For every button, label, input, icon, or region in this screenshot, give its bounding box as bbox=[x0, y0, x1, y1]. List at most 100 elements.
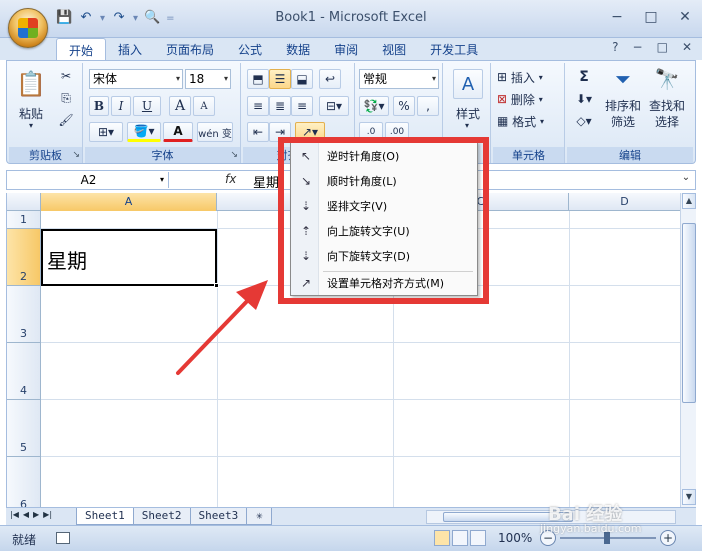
menu-item-rotate-up[interactable]: ⇡ 向上旋转文字(U) bbox=[291, 219, 477, 243]
vertical-scroll-thumb[interactable] bbox=[682, 223, 696, 403]
clipboard-launcher-icon[interactable]: ↘ bbox=[72, 150, 80, 160]
office-button[interactable] bbox=[8, 8, 48, 48]
column-header-d[interactable]: D bbox=[569, 193, 680, 211]
increase-decimal-icon[interactable]: .0 bbox=[359, 122, 383, 142]
insert-function-button[interactable]: fx bbox=[225, 172, 236, 186]
select-all-corner[interactable] bbox=[7, 193, 41, 211]
sort-filter-icon[interactable]: ⏷ bbox=[605, 65, 641, 93]
menu-item-vertical-text[interactable]: ⇣ 竖排文字(V) bbox=[291, 194, 477, 218]
format-cells-button[interactable]: ▦ 格式 ▾ bbox=[497, 111, 561, 131]
phonetic-guide-button[interactable]: wén 变 bbox=[197, 122, 233, 142]
menu-item-format-alignment[interactable]: ↗ 设置单元格对齐方式(M) bbox=[291, 271, 477, 295]
align-middle-icon[interactable]: ☰ bbox=[269, 69, 291, 89]
doc-restore-button[interactable]: □ bbox=[657, 40, 668, 54]
page-layout-view-icon[interactable] bbox=[452, 530, 468, 546]
minimize-button[interactable]: − bbox=[608, 8, 626, 26]
paste-button[interactable]: 粘贴 bbox=[13, 105, 49, 122]
clear-icon[interactable]: ◇▾ bbox=[571, 111, 597, 131]
tab-review[interactable]: 审阅 bbox=[322, 38, 370, 60]
page-break-view-icon[interactable] bbox=[470, 530, 486, 546]
formula-input[interactable]: 星期 bbox=[253, 172, 279, 191]
sheet-tab-sheet2[interactable]: Sheet2 bbox=[132, 508, 191, 525]
find-select-icon[interactable]: 🔭 bbox=[649, 65, 685, 93]
currency-icon[interactable]: 💱▾ bbox=[359, 96, 389, 116]
row-header-3[interactable]: 3 bbox=[7, 286, 41, 343]
styles-button[interactable]: 样式 bbox=[447, 105, 489, 122]
insert-cells-button[interactable]: ⊞ 插入 ▾ bbox=[497, 67, 561, 87]
font-size-combo[interactable]: 18 ▾ bbox=[185, 69, 231, 89]
styles-icon[interactable]: A bbox=[453, 69, 483, 99]
row-header-1[interactable]: 1 bbox=[7, 211, 41, 229]
row-header-5[interactable]: 5 bbox=[7, 400, 41, 457]
tab-view[interactable]: 视图 bbox=[370, 38, 418, 60]
bold-button[interactable]: B bbox=[89, 96, 109, 116]
delete-cells-button[interactable]: ⊠ 删除 ▾ bbox=[497, 89, 561, 109]
orientation-button[interactable]: ↗▾ bbox=[295, 122, 325, 142]
menu-item-rotate-ccw[interactable]: ↖ 逆时针角度(O) bbox=[291, 144, 477, 168]
italic-button[interactable]: I bbox=[111, 96, 131, 116]
cut-icon[interactable]: ✂ bbox=[57, 67, 75, 85]
shrink-font-button[interactable]: A bbox=[193, 96, 215, 116]
help-icon[interactable]: ? bbox=[612, 40, 618, 54]
tab-formulas[interactable]: 公式 bbox=[226, 38, 274, 60]
menu-item-rotate-cw[interactable]: ↘ 顺时针角度(L) bbox=[291, 169, 477, 193]
macro-record-icon[interactable] bbox=[56, 532, 70, 544]
grow-font-button[interactable]: A bbox=[169, 96, 191, 116]
paste-icon[interactable]: 📋 bbox=[15, 67, 47, 101]
tab-developer[interactable]: 开发工具 bbox=[418, 38, 490, 60]
underline-button[interactable]: U bbox=[133, 96, 161, 116]
row-header-4[interactable]: 4 bbox=[7, 343, 41, 400]
last-sheet-icon[interactable]: ▶| bbox=[43, 510, 52, 519]
font-name-combo[interactable]: 宋体 ▾ bbox=[89, 69, 183, 89]
cell-a2[interactable]: 星期 bbox=[41, 229, 217, 286]
wrap-text-icon[interactable]: ↩ bbox=[319, 69, 341, 89]
first-sheet-icon[interactable]: |◀ bbox=[10, 510, 19, 519]
copy-icon[interactable]: ⎘ bbox=[57, 89, 75, 107]
decrease-decimal-icon[interactable]: .00 bbox=[385, 122, 409, 142]
percent-button[interactable]: % bbox=[393, 96, 415, 116]
name-box[interactable]: A2 ▾ bbox=[9, 172, 169, 188]
align-center-icon[interactable]: ≣ bbox=[269, 96, 291, 116]
find-select-line2[interactable]: 选择 bbox=[645, 113, 689, 130]
align-right-icon[interactable]: ≡ bbox=[291, 96, 313, 116]
number-format-combo[interactable]: 常规 ▾ bbox=[359, 69, 439, 89]
align-left-icon[interactable]: ≡ bbox=[247, 96, 269, 116]
format-painter-icon[interactable]: 🖌 bbox=[57, 111, 75, 129]
normal-view-icon[interactable] bbox=[434, 530, 450, 546]
sheet-tab-sheet3[interactable]: Sheet3 bbox=[189, 508, 248, 525]
close-button[interactable]: ✕ bbox=[676, 8, 694, 26]
row-header-2[interactable]: 2 bbox=[7, 229, 41, 286]
autosum-button[interactable]: Σ bbox=[571, 67, 597, 87]
align-top-icon[interactable]: ⬒ bbox=[247, 69, 269, 89]
expand-formula-bar-icon[interactable]: ⌄ bbox=[679, 172, 693, 188]
tab-page-layout[interactable]: 页面布局 bbox=[154, 38, 226, 60]
scroll-up-icon[interactable]: ▲ bbox=[682, 193, 696, 209]
prev-sheet-icon[interactable]: ◀ bbox=[23, 510, 29, 519]
increase-indent-icon[interactable]: ⇥ bbox=[269, 122, 291, 142]
maximize-button[interactable]: □ bbox=[642, 8, 660, 26]
font-color-button[interactable]: A bbox=[163, 122, 193, 142]
fill-icon[interactable]: ⬇▾ bbox=[571, 89, 597, 109]
decrease-indent-icon[interactable]: ⇤ bbox=[247, 122, 269, 142]
row-header-6[interactable]: 6 bbox=[7, 457, 41, 507]
fill-color-icon[interactable]: 🪣▾ bbox=[127, 122, 161, 142]
sort-filter-line2[interactable]: 筛选 bbox=[601, 113, 645, 130]
comma-button[interactable]: , bbox=[417, 96, 439, 116]
doc-close-button[interactable]: ✕ bbox=[682, 40, 692, 54]
sheet-tab-sheet1[interactable]: Sheet1 bbox=[76, 508, 134, 525]
align-bottom-icon[interactable]: ⬓ bbox=[291, 69, 313, 89]
insert-sheet-icon[interactable]: ✳ bbox=[246, 508, 273, 525]
next-sheet-icon[interactable]: ▶ bbox=[33, 510, 39, 519]
merge-center-icon[interactable]: ⊟▾ bbox=[319, 96, 349, 116]
find-select-line1[interactable]: 查找和 bbox=[645, 97, 689, 114]
menu-item-rotate-down[interactable]: ⇣ 向下旋转文字(D) bbox=[291, 244, 477, 268]
fill-handle[interactable] bbox=[214, 283, 219, 288]
tab-data[interactable]: 数据 bbox=[274, 38, 322, 60]
vertical-scrollbar[interactable]: ▲ ▼ bbox=[680, 193, 696, 507]
tab-home[interactable]: 开始 bbox=[56, 38, 107, 60]
font-launcher-icon[interactable]: ↘ bbox=[230, 150, 238, 160]
sort-filter-line1[interactable]: 排序和 bbox=[601, 97, 645, 114]
borders-icon[interactable]: ⊞▾ bbox=[89, 122, 123, 142]
tab-insert[interactable]: 插入 bbox=[106, 38, 154, 60]
column-header-a[interactable]: A bbox=[41, 193, 217, 211]
